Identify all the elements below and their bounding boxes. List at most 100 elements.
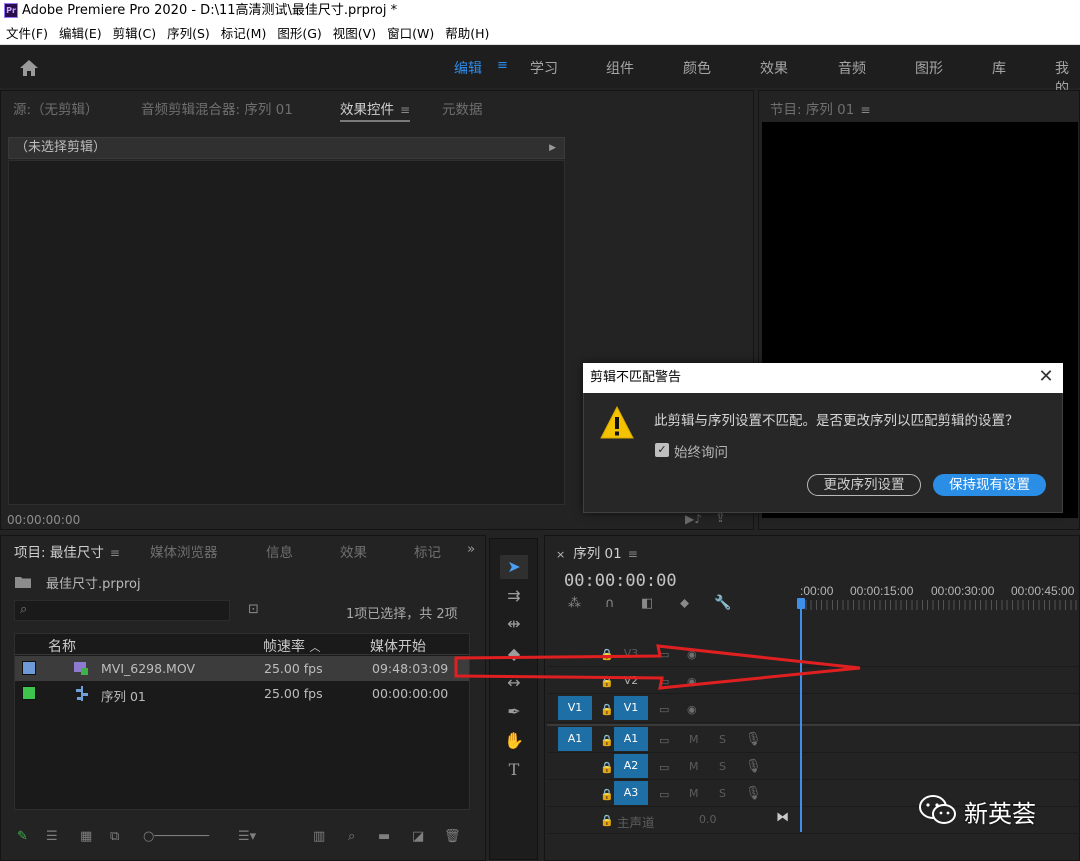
tab-effects[interactable]: 效果 (340, 541, 367, 561)
source-patch-a1[interactable]: A1 (558, 727, 592, 751)
effect-controls-timecode[interactable]: 00:00:00:00 (7, 513, 80, 527)
label-color-swatch[interactable] (22, 661, 36, 675)
workspace-tab-audio[interactable]: 音频 (838, 58, 866, 78)
change-sequence-settings-button[interactable]: 更改序列设置 (807, 474, 921, 496)
track-label[interactable]: A1 (614, 727, 648, 751)
master-volume-value[interactable]: 0.0 (699, 813, 717, 826)
tab-project[interactable]: 项目: 最佳尺寸 ≡ (14, 541, 120, 561)
solo-button[interactable]: S (719, 733, 726, 746)
tab-timeline-sequence[interactable]: × 序列 01 ≡ (556, 542, 638, 562)
track-select-tool-icon[interactable]: ⇉ (500, 584, 528, 608)
freeform-view-icon[interactable]: ⧉ (110, 829, 119, 844)
sync-lock-icon[interactable]: ▭ (659, 761, 669, 774)
sync-lock-icon[interactable]: ▭ (659, 734, 669, 747)
home-icon[interactable] (18, 58, 40, 78)
workspace-tab-edit[interactable]: 编辑 (454, 58, 482, 78)
menu-window[interactable]: 窗口(W) (381, 22, 439, 45)
program-menu-icon[interactable]: ≡ (860, 103, 870, 117)
mute-button[interactable]: M (689, 760, 699, 773)
playhead-line[interactable] (800, 600, 802, 832)
keep-existing-settings-button[interactable]: 保持现有设置 (933, 474, 1046, 496)
sync-lock-icon[interactable]: ▭ (659, 703, 669, 716)
menu-graphics[interactable]: 图形(G) (271, 22, 326, 45)
linked-selection-icon[interactable]: ◧ (641, 596, 653, 611)
nest-toggle-icon[interactable]: ⁂ (568, 596, 581, 611)
menu-file[interactable]: 文件(F) (0, 22, 53, 45)
track-label[interactable]: A3 (614, 781, 648, 805)
ripple-edit-tool-icon[interactable]: ⇹ (500, 612, 528, 636)
list-view-icon[interactable]: ☰ (46, 829, 58, 844)
tab-program[interactable]: 节目: 序列 01 ≡ (770, 98, 870, 118)
always-ask-checkbox[interactable]: ✓ (655, 443, 669, 457)
eye-icon[interactable]: ◉ (687, 703, 697, 716)
new-item-icon[interactable]: ◪ (412, 829, 424, 844)
add-marker-icon[interactable]: ⬥ (680, 596, 689, 611)
tab-markers[interactable]: 标记 (414, 541, 441, 561)
go-to-end-icon[interactable]: ⧓ (776, 810, 789, 825)
trash-icon[interactable]: 🗑 (444, 829, 461, 844)
column-name[interactable]: 名称 (48, 636, 76, 656)
expand-arrow-icon[interactable]: ▶ (549, 138, 556, 158)
zoom-slider[interactable]: ○─────── (143, 829, 209, 844)
tab-media-browser[interactable]: 媒体浏览器 (150, 541, 218, 561)
workspace-tab-effects[interactable]: 效果 (760, 58, 788, 78)
menu-sequence[interactable]: 序列(S) (161, 22, 215, 45)
wrench-icon[interactable]: 🔧 (714, 595, 731, 611)
lock-icon[interactable]: 🔒 (600, 734, 614, 747)
workspace-tab-graphics[interactable]: 图形 (915, 58, 943, 78)
pencil-icon[interactable]: ✎ (17, 829, 28, 844)
icon-view-icon[interactable]: ▦ (80, 829, 92, 844)
menu-edit[interactable]: 编辑(E) (53, 22, 107, 45)
microphone-icon[interactable]: 🎙 (745, 732, 762, 747)
menu-help[interactable]: 帮助(H) (439, 22, 494, 45)
panel-menu-icon[interactable]: ≡ (400, 103, 410, 117)
export-frame-icon[interactable]: ⇪ (715, 511, 726, 526)
label-color-swatch[interactable] (22, 686, 36, 700)
table-row[interactable]: 序列 01 25.00 fps 00:00:00:00 (15, 681, 469, 706)
project-menu-icon[interactable]: ≡ (110, 546, 120, 560)
close-icon[interactable]: ✕ (1036, 367, 1056, 387)
workspace-tab-color[interactable]: 颜色 (683, 58, 711, 78)
close-tab-icon[interactable]: × (556, 548, 565, 561)
type-tool-icon[interactable]: T (500, 758, 528, 782)
hand-tool-icon[interactable]: ✋ (500, 729, 528, 753)
lock-icon[interactable]: 🔒 (600, 814, 614, 827)
menu-clip[interactable]: 剪辑(C) (107, 22, 161, 45)
automate-to-sequence-icon[interactable]: ▥ (313, 829, 325, 844)
project-search-input[interactable]: ⌕ (14, 600, 230, 621)
more-tabs-icon[interactable]: » (467, 541, 475, 557)
tab-effect-controls[interactable]: 效果控件 ≡ (340, 98, 411, 122)
selection-tool-icon[interactable]: ➤ (500, 555, 528, 579)
new-search-bin-icon[interactable]: ⊡ (248, 602, 259, 617)
menu-view[interactable]: 视图(V) (327, 22, 381, 45)
column-frame-rate[interactable]: 帧速率 ︿ (263, 636, 320, 656)
play-audio-icon[interactable]: ▶♪ (685, 512, 702, 526)
table-row[interactable]: MVI_6298.MOV 25.00 fps 09:48:03:09 (15, 656, 469, 681)
mute-button[interactable]: M (689, 787, 699, 800)
sync-lock-icon[interactable]: ▭ (659, 788, 669, 801)
new-bin-icon[interactable]: ▬ (378, 829, 390, 844)
find-icon[interactable]: ⌕ (348, 829, 355, 844)
workspace-tab-libraries[interactable]: 库 (992, 58, 1006, 78)
workspace-tab-learn[interactable]: 学习 (530, 58, 558, 78)
lock-icon[interactable]: 🔒 (600, 703, 614, 716)
column-media-start[interactable]: 媒体开始 (370, 636, 426, 656)
pen-tool-icon[interactable]: ✒ (500, 700, 528, 724)
track-label[interactable]: A2 (614, 754, 648, 778)
tab-info[interactable]: 信息 (266, 541, 293, 561)
sort-icons-icon[interactable]: ☰▾ (238, 829, 256, 844)
tab-source[interactable]: 源:（无剪辑） (13, 98, 99, 118)
solo-button[interactable]: S (719, 787, 726, 800)
menu-markers[interactable]: 标记(M) (215, 22, 272, 45)
snap-magnet-icon[interactable]: ∩ (605, 596, 615, 611)
time-ruler[interactable] (800, 600, 1080, 610)
lock-icon[interactable]: 🔒 (600, 761, 614, 774)
microphone-icon[interactable]: 🎙 (745, 786, 762, 801)
solo-button[interactable]: S (719, 760, 726, 773)
tab-audio-clip-mixer[interactable]: 音频剪辑混合器: 序列 01 (141, 98, 293, 118)
mute-button[interactable]: M (689, 733, 699, 746)
timeline-menu-icon[interactable]: ≡ (628, 547, 638, 561)
workspace-tab-assembly[interactable]: 组件 (606, 58, 634, 78)
playhead-handle[interactable] (797, 598, 805, 609)
timeline-timecode[interactable]: 00:00:00:00 (564, 571, 677, 591)
